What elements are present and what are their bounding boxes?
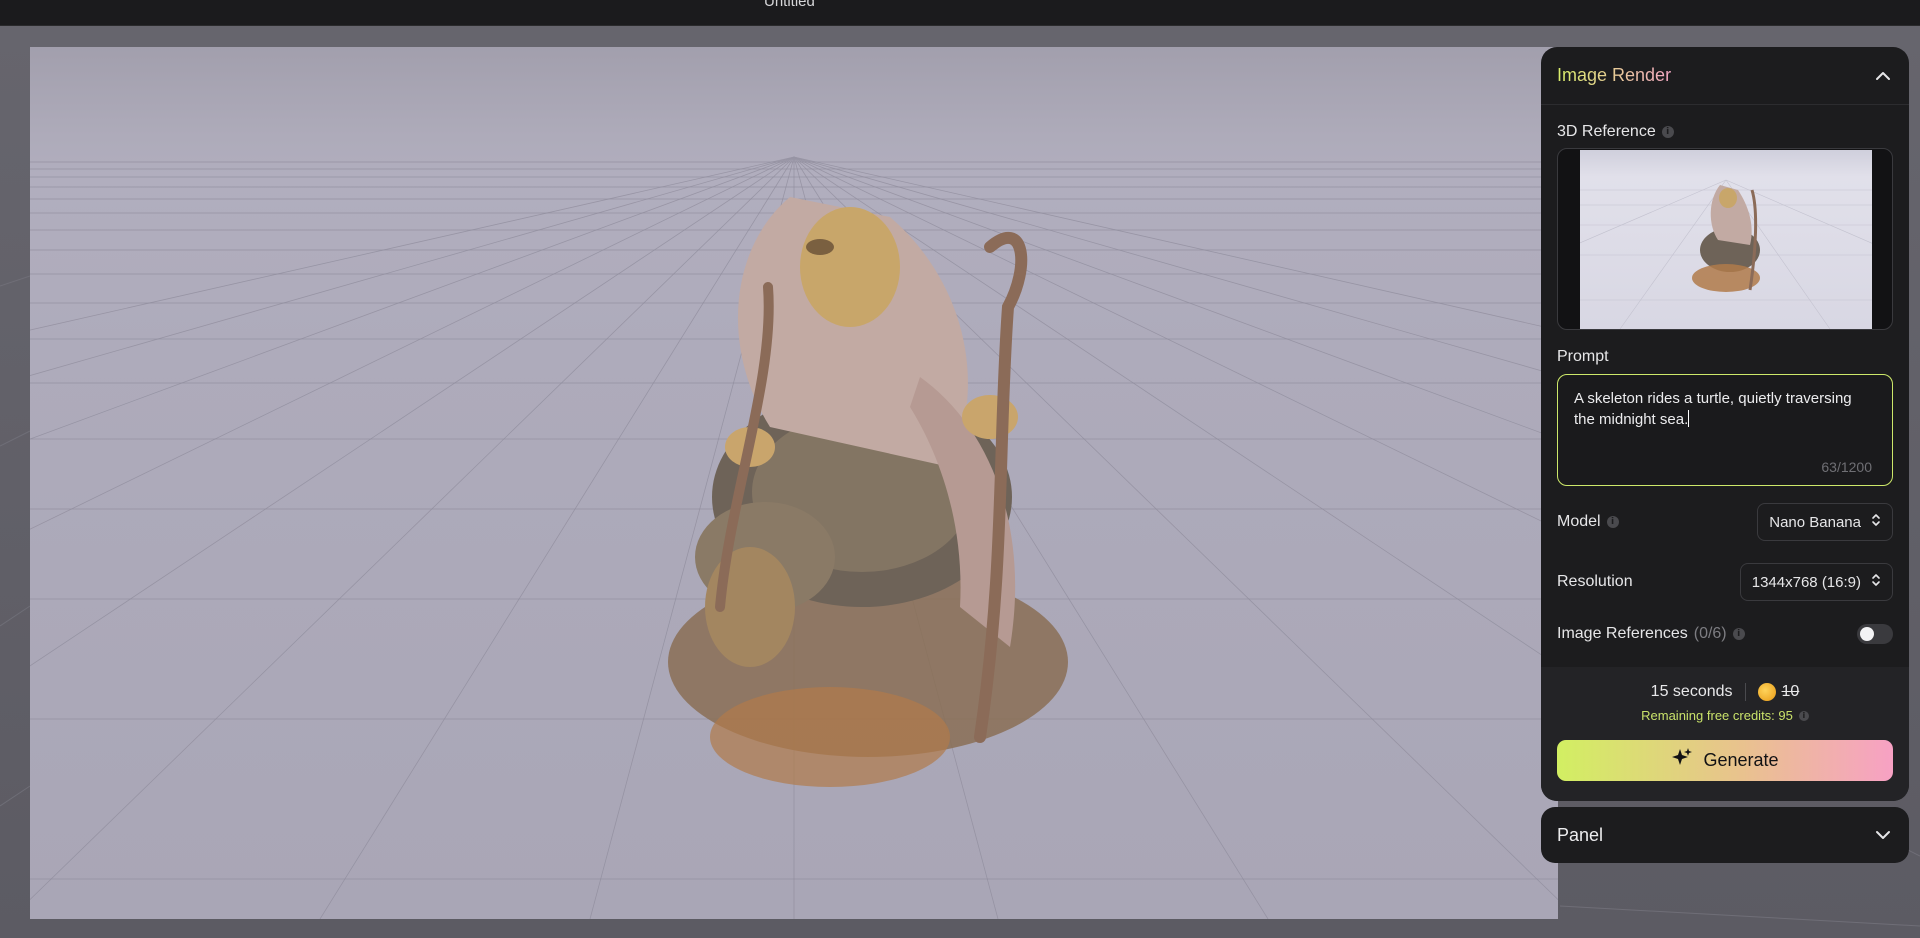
cost-row: 15 seconds 10 xyxy=(1541,683,1909,701)
resolution-label: Resolution xyxy=(1557,573,1633,590)
ground-grid xyxy=(30,156,1558,919)
panel-header[interactable]: Image Render xyxy=(1541,47,1909,105)
model-row: Model i Nano Banana xyxy=(1557,503,1893,541)
text-caret xyxy=(1688,410,1690,427)
image-references-row: Image References (0/6) i xyxy=(1557,623,1893,645)
sparkle-icon xyxy=(1671,747,1693,774)
estimated-time: 15 seconds xyxy=(1650,683,1733,700)
coin-icon xyxy=(1757,683,1776,701)
reference-label-row: 3D Reference i xyxy=(1557,123,1674,141)
image-references-label: Image References xyxy=(1557,625,1688,642)
chevron-updown-icon xyxy=(1871,512,1881,532)
reference-thumbnail xyxy=(1580,150,1872,329)
info-icon[interactable]: i xyxy=(1606,516,1619,528)
image-references-toggle[interactable] xyxy=(1857,624,1893,644)
remaining-credits: Remaining free credits: 95 xyxy=(1641,708,1793,723)
divider xyxy=(1744,683,1746,701)
info-icon[interactable]: i xyxy=(1732,628,1745,640)
remaining-credits-row: Remaining free credits: 95 i xyxy=(1541,708,1909,723)
panel-title: Panel xyxy=(1557,824,1604,845)
image-references-count: (0/6) xyxy=(1693,625,1727,642)
model-selected: Nano Banana xyxy=(1769,513,1861,531)
turtle-rider-model xyxy=(668,197,1068,787)
chevron-down-icon[interactable] xyxy=(1873,825,1893,845)
document-title[interactable]: Untitled xyxy=(764,0,815,10)
chevron-updown-icon xyxy=(1871,572,1881,592)
generate-button[interactable]: Generate xyxy=(1557,740,1893,781)
toggle-knob xyxy=(1860,627,1874,641)
model-label: Model xyxy=(1557,513,1601,530)
resolution-row: Resolution 1344x768 (16:9) xyxy=(1557,563,1893,601)
prompt-text: A skeleton rides a turtle, quietly trave… xyxy=(1574,390,1852,428)
info-icon[interactable]: i xyxy=(1661,126,1674,138)
chevron-up-icon[interactable] xyxy=(1873,66,1893,86)
resolution-select[interactable]: 1344x768 (16:9) xyxy=(1739,563,1893,601)
panel-collapsed[interactable]: Panel xyxy=(1541,807,1909,863)
resolution-selected: 1344x768 (16:9) xyxy=(1751,573,1861,591)
panel-title: Image Render xyxy=(1557,65,1672,85)
generate-label: Generate xyxy=(1703,750,1779,770)
prompt-label: Prompt xyxy=(1557,348,1609,365)
credit-cost: 10 xyxy=(1781,683,1800,700)
reference-label: 3D Reference xyxy=(1557,123,1656,140)
render-viewport[interactable] xyxy=(30,47,1558,919)
top-bar: Untitled xyxy=(0,0,1920,26)
reference-preview[interactable] xyxy=(1557,148,1893,330)
prompt-input[interactable]: A skeleton rides a turtle, quietly trave… xyxy=(1557,374,1893,486)
char-count: 63/1200 xyxy=(1821,459,1872,475)
info-icon[interactable]: i xyxy=(1798,710,1809,721)
image-render-panel: Image Render 3D Reference i Prompt A ske… xyxy=(1541,47,1909,801)
model-select[interactable]: Nano Banana xyxy=(1757,503,1893,541)
